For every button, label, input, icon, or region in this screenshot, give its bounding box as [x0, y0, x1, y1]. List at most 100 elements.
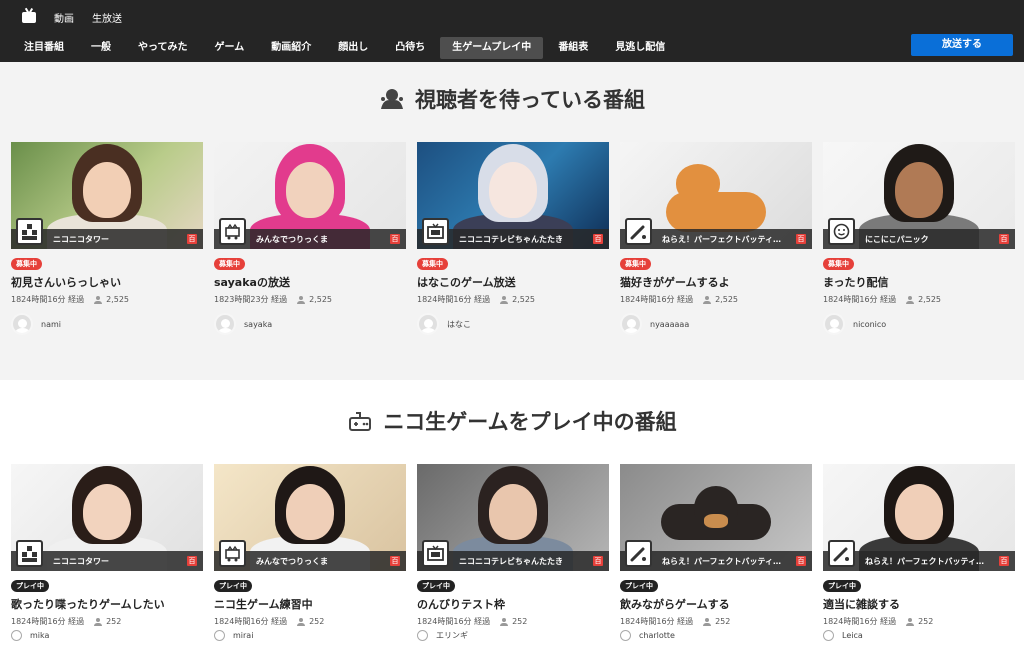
channel-name: ニコニコテレビちゃんたたき	[459, 556, 563, 566]
user-name[interactable]: niconico	[853, 320, 886, 329]
channel-name: にこにこパニック	[865, 234, 929, 244]
nav-tab[interactable]: 生ゲームプレイ中	[440, 37, 544, 59]
status-badge: 募集中	[620, 258, 651, 270]
avatar[interactable]	[620, 630, 631, 641]
elapsed-time: 1824時間16分 経過	[11, 295, 85, 304]
program-title[interactable]: 猫好きがゲームするよ	[620, 274, 812, 290]
program-card[interactable]: ニコニコタワー 百プレイ中 歌ったり喋ったりゲームしたい 1824時間16分 経過 25…	[11, 464, 203, 641]
user-name[interactable]: エリンギ	[436, 630, 468, 641]
program-card[interactable]: ニコニコタワー 百募集中 初見さんいらっしゃい 1824時間16分 経過 2,525 na…	[11, 142, 203, 335]
program-card[interactable]: ねらえ！パーフェクトバッティ… 百募集中 猫好きがゲームするよ 1824時間16分 経…	[620, 142, 812, 335]
channel-badge: 百	[796, 234, 806, 244]
user-name[interactable]: sayaka	[244, 320, 272, 329]
broadcaster[interactable]: mirai	[214, 630, 406, 641]
program-title[interactable]: 適当に雑談する	[823, 596, 1015, 612]
channel-badge: 百	[999, 234, 1009, 244]
nav-tab[interactable]: 一般	[79, 37, 123, 59]
status-badge: プレイ中	[417, 580, 455, 592]
status-badge: 募集中	[11, 258, 42, 270]
broadcaster[interactable]: Leica	[823, 630, 1015, 641]
program-title[interactable]: まったり配信	[823, 274, 1015, 290]
avatar[interactable]	[214, 630, 225, 641]
broadcaster[interactable]: nami	[11, 313, 203, 335]
nav-tab[interactable]: やってみた	[126, 37, 200, 59]
user-name[interactable]: nyaaaaaa	[650, 320, 689, 329]
bat-icon	[625, 218, 652, 245]
tv-logo-icon[interactable]	[22, 11, 36, 23]
broadcaster[interactable]: mika	[11, 630, 203, 641]
program-thumbnail[interactable]: みんなでつりっくま 百	[214, 142, 406, 249]
program-card[interactable]: みんなでつりっくま 百募集中 sayakaの放送 1823時間23分 経過 2,525 s…	[214, 142, 406, 335]
program-title[interactable]: 歌ったり喋ったりゲームしたい	[11, 596, 203, 612]
nav-tab[interactable]: 注目番組	[12, 37, 76, 59]
smile-icon	[828, 218, 855, 245]
program-card[interactable]: ねらえ！パーフェクトバッティング百プレイ中 適当に雑談する 1824時間16分 経過…	[823, 464, 1015, 641]
program-title[interactable]: 初見さんいらっしゃい	[11, 274, 203, 290]
avatar[interactable]	[620, 313, 642, 335]
viewer-icon	[297, 617, 306, 626]
status-badge: 募集中	[214, 258, 245, 270]
program-thumbnail[interactable]: にこにこパニック 百	[823, 142, 1015, 249]
viewer-count: 252	[512, 617, 528, 626]
nav-tab[interactable]: 顔出し	[326, 37, 380, 59]
program-card[interactable]: ニコニコテレビちゃんたたき 百募集中 はなこのゲーム放送 1824時間16分 経過 2,…	[417, 142, 609, 335]
user-name[interactable]: Leica	[842, 631, 863, 640]
playing-section: ニコ生ゲームをプレイ中の番組 ニコニコタワー 百プレイ中 歌ったり喋ったりゲームした…	[0, 380, 1024, 665]
status-badge: プレイ中	[620, 580, 658, 592]
avatar[interactable]	[11, 630, 22, 641]
channel-name: みんなでつりっくま	[256, 234, 328, 244]
program-thumbnail[interactable]: ニコニコテレビちゃんたたき 百	[417, 142, 609, 249]
program-meta: 1824時間16分 経過 2,525	[417, 294, 609, 305]
program-card[interactable]: みんなでつりっくま 百プレイ中 ニコ生ゲーム練習中 1824時間16分 経過 252 mi…	[214, 464, 406, 641]
program-card[interactable]: ニコニコテレビちゃんたたき 百プレイ中 のんびりテスト枠 1824時間16分 経過 25…	[417, 464, 609, 641]
program-thumbnail[interactable]: ねらえ！パーフェクトバッティング百	[823, 464, 1015, 571]
avatar[interactable]	[823, 630, 834, 641]
user-name[interactable]: はなこ	[447, 319, 471, 330]
program-thumbnail[interactable]: ねらえ！パーフェクトバッティ… 百	[620, 142, 812, 249]
broadcaster[interactable]: nyaaaaaa	[620, 313, 812, 335]
program-thumbnail[interactable]: ニコニコタワー 百	[11, 142, 203, 249]
program-title[interactable]: ニコ生ゲーム練習中	[214, 596, 406, 612]
program-thumbnail[interactable]: ニコニコタワー 百	[11, 464, 203, 571]
top-link-live[interactable]: 生放送	[92, 10, 122, 25]
viewer-count: 252	[715, 617, 731, 626]
nav-tab[interactable]: 凸待ち	[383, 37, 437, 59]
nav-tab[interactable]: 見逃し配信	[603, 37, 677, 59]
broadcaster[interactable]: charlotte	[620, 630, 812, 641]
viewer-icon	[703, 295, 712, 304]
top-link-video[interactable]: 動画	[54, 10, 74, 25]
user-name[interactable]: mirai	[233, 631, 253, 640]
section-title: ニコ生ゲームをプレイ中の番組	[0, 406, 1024, 436]
nav-tab[interactable]: ゲーム	[203, 37, 257, 59]
program-title[interactable]: はなこのゲーム放送	[417, 274, 609, 290]
user-name[interactable]: mika	[30, 631, 49, 640]
tv-icon	[422, 540, 449, 567]
program-thumbnail[interactable]: ねらえ！パーフェクトバッティング百	[620, 464, 812, 571]
program-thumbnail[interactable]: ニコニコテレビちゃんたたき 百	[417, 464, 609, 571]
program-title[interactable]: のんびりテスト枠	[417, 596, 609, 612]
broadcaster[interactable]: niconico	[823, 313, 1015, 335]
avatar[interactable]	[417, 630, 428, 641]
broadcaster[interactable]: エリンギ	[417, 630, 609, 641]
section-title: 視聴者を待っている番組	[0, 84, 1024, 114]
broadcaster[interactable]: はなこ	[417, 313, 609, 335]
user-name[interactable]: nami	[41, 320, 61, 329]
avatar[interactable]	[11, 313, 33, 335]
channel-badge: 百	[796, 556, 806, 566]
elapsed-time: 1823時間23分 経過	[214, 295, 288, 304]
avatar[interactable]	[417, 313, 439, 335]
nav-tab[interactable]: 番組表	[546, 37, 600, 59]
broadcast-button[interactable]: 放送する	[911, 34, 1013, 56]
user-name[interactable]: charlotte	[639, 631, 675, 640]
avatar[interactable]	[823, 313, 845, 335]
program-card[interactable]: にこにこパニック 百募集中 まったり配信 1824時間16分 経過 2,525 nicon…	[823, 142, 1015, 335]
program-title[interactable]: sayakaの放送	[214, 274, 406, 290]
nav-tab[interactable]: 動画紹介	[259, 37, 323, 59]
elapsed-time: 1824時間16分 経過	[620, 617, 694, 626]
program-title[interactable]: 飲みながらゲームする	[620, 596, 812, 612]
top-bar: 動画 生放送 注目番組 一般 やってみた ゲーム 動画紹介 顔出し 凸待ち 生ゲームプレイ中番…	[0, 0, 1024, 62]
broadcaster[interactable]: sayaka	[214, 313, 406, 335]
avatar[interactable]	[214, 313, 236, 335]
program-thumbnail[interactable]: みんなでつりっくま 百	[214, 464, 406, 571]
program-card[interactable]: ねらえ！パーフェクトバッティング百プレイ中飲みながらゲームする 1824時間16分…	[620, 464, 812, 641]
